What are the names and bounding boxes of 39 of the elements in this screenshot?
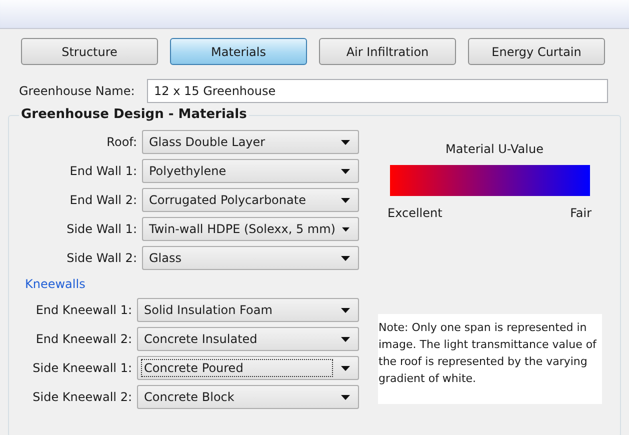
caret-icon [341, 256, 350, 260]
material-dropdown[interactable]: Glass Double Layer [142, 130, 359, 154]
material-dropdown[interactable]: Concrete Poured [137, 356, 359, 380]
field-label: Side Kneewall 1: [32, 361, 132, 375]
field-label: End Kneewall 1: [36, 303, 132, 317]
caret-icon [341, 336, 350, 342]
field-label: Side Kneewall 2: [32, 390, 132, 404]
caret-icon [341, 394, 350, 400]
caret-icon [341, 198, 350, 202]
field-label: End Wall 1: [70, 164, 137, 178]
material-dropdown[interactable]: Solid Insulation Foam [137, 298, 359, 322]
legend-label: Fair [570, 206, 592, 220]
caret-icon [342, 226, 350, 232]
material-dropdown[interactable]: Polyethylene [142, 159, 359, 183]
name-field[interactable]: 12 x 15 Greenhouse [147, 79, 608, 103]
group-title: Greenhouse Design - Materials [19, 107, 249, 122]
note-text: Note: Only one span is represented in image. The light transmittance value of the roof is represented by the varying gradient of white. [378, 314, 602, 404]
field-label: Roof: [106, 135, 137, 149]
tab-button[interactable]: Air Infiltration [319, 38, 456, 65]
tab-button[interactable]: Materials [170, 38, 307, 65]
field-label: End Wall 2: [70, 193, 137, 207]
material-dropdown[interactable]: Concrete Insulated [137, 327, 359, 351]
material-dropdown[interactable]: Twin-wall HDPE (Solexx, 5 mm) [142, 217, 359, 241]
caret-icon [341, 308, 350, 312]
field-label: End Kneewall 2: [36, 332, 132, 346]
caret-icon [341, 140, 350, 144]
material-dropdown[interactable]: Glass [142, 246, 359, 270]
tab-button[interactable]: Energy Curtain [468, 38, 605, 65]
caret-icon [341, 168, 350, 174]
legend-label: Excellent [388, 206, 442, 220]
legend-title: Material U-Value [446, 142, 544, 156]
section-heading: Kneewalls [25, 277, 86, 291]
material-dropdown[interactable]: Corrugated Polycarbonate [142, 188, 359, 212]
material-dropdown[interactable]: Concrete Block [137, 385, 359, 409]
field-label: Side Wall 2: [66, 251, 137, 265]
field-label: Greenhouse Name: [19, 84, 136, 98]
tab-button[interactable]: Structure [21, 38, 158, 65]
field-label: Side Wall 1: [66, 222, 137, 236]
caret-icon [341, 366, 350, 370]
